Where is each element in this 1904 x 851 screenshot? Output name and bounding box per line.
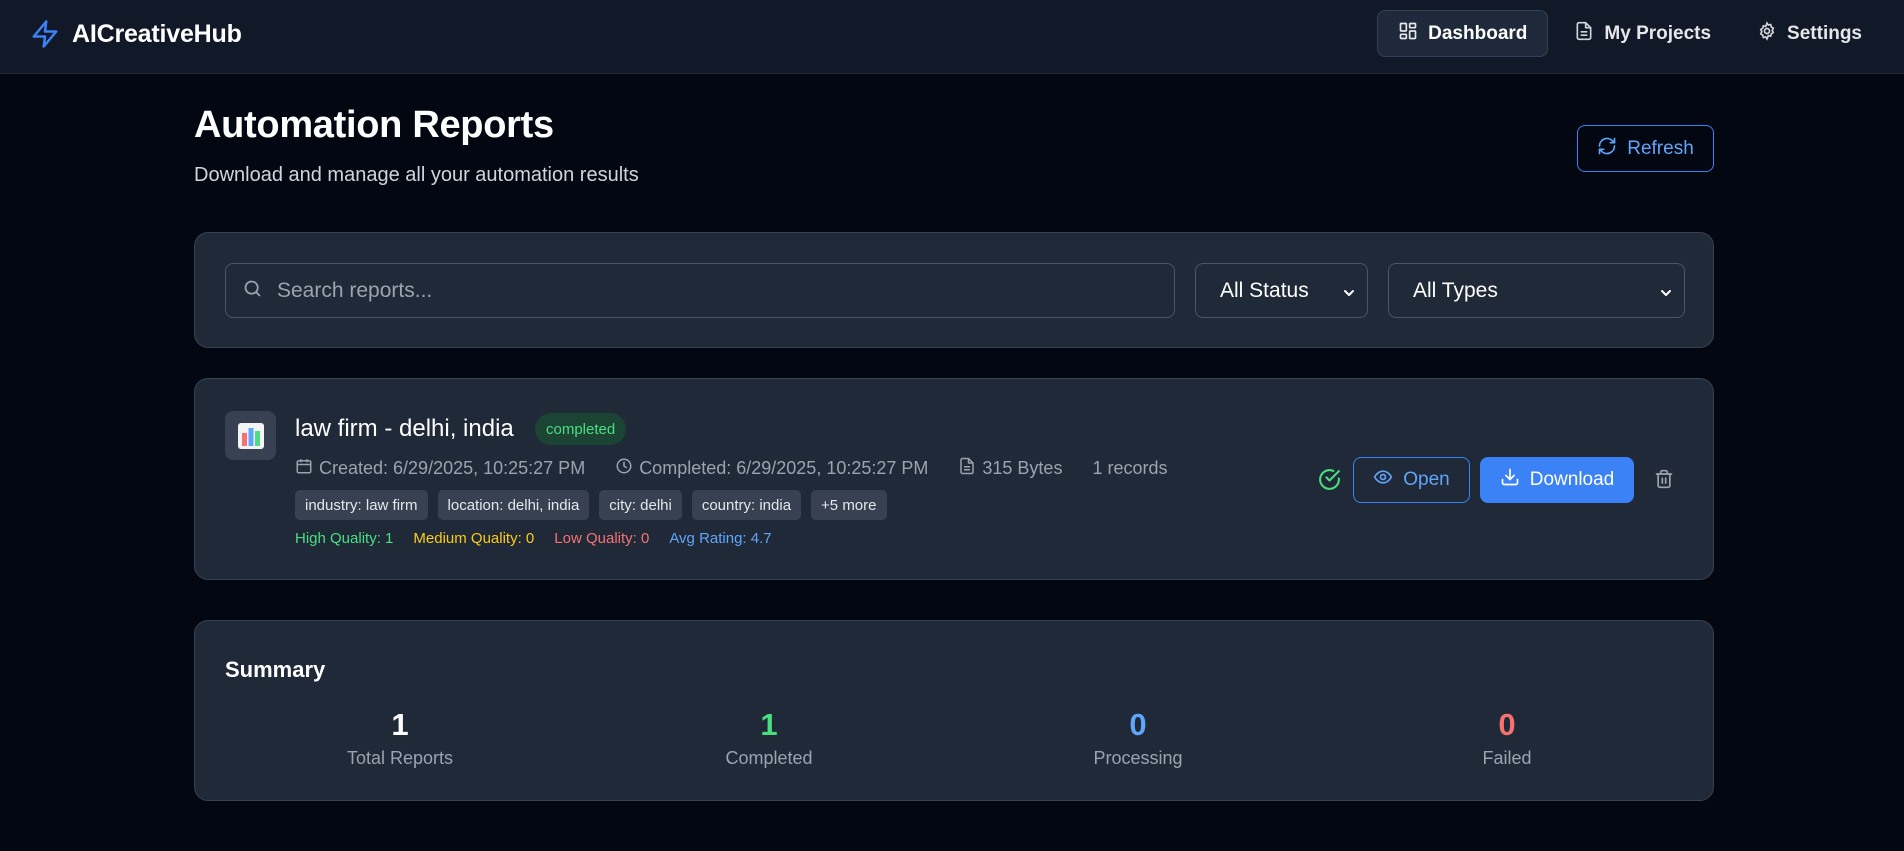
stat-total-reports: 1 Total Reports bbox=[300, 707, 500, 769]
low-quality: Low Quality: 0 bbox=[554, 530, 650, 547]
search-icon bbox=[242, 278, 263, 304]
trash-icon[interactable] bbox=[1654, 468, 1674, 495]
created-text: Created: 6/29/2025, 10:25:27 PM bbox=[319, 458, 586, 478]
tag: location: delhi, india bbox=[437, 490, 590, 520]
dashboard-icon bbox=[1398, 21, 1418, 47]
report-card: law firm - delhi, india completed Create… bbox=[194, 378, 1714, 580]
brand[interactable]: AICreativeHub bbox=[28, 17, 242, 51]
chevron-down-icon bbox=[1658, 283, 1674, 307]
check-circle-icon bbox=[1317, 467, 1342, 497]
report-title: law firm - delhi, india bbox=[295, 415, 514, 442]
stat-value: 1 bbox=[760, 707, 778, 742]
stat-completed: 1 Completed bbox=[669, 707, 869, 769]
stat-value: 1 bbox=[391, 707, 409, 742]
lightning-icon bbox=[28, 17, 62, 51]
stat-label: Failed bbox=[1482, 748, 1532, 768]
record-count: 1 records bbox=[1092, 458, 1168, 478]
app-name: AICreativeHub bbox=[72, 19, 242, 48]
avg-rating: Avg Rating: 4.7 bbox=[669, 530, 772, 547]
type-filter-select[interactable]: All Types bbox=[1388, 263, 1685, 318]
status-filter-select[interactable]: All Status bbox=[1195, 263, 1368, 318]
stat-value: 0 bbox=[1498, 707, 1516, 742]
nav-settings[interactable]: Settings bbox=[1737, 10, 1882, 57]
tag: city: delhi bbox=[599, 490, 682, 520]
bar-chart-icon bbox=[225, 411, 276, 460]
file-size-text: 315 Bytes bbox=[982, 458, 1063, 478]
download-icon bbox=[1500, 467, 1520, 493]
search-box[interactable] bbox=[225, 263, 1175, 318]
report-meta: Created: 6/29/2025, 10:25:27 PM Complete… bbox=[295, 457, 1168, 480]
medium-quality: Medium Quality: 0 bbox=[413, 530, 535, 547]
tag: country: india bbox=[691, 490, 802, 520]
download-label: Download bbox=[1529, 469, 1615, 490]
clock-icon bbox=[615, 457, 633, 480]
page-subtitle: Download and manage all your automation … bbox=[194, 164, 639, 186]
refresh-icon bbox=[1597, 136, 1617, 162]
open-button[interactable]: Open bbox=[1353, 457, 1470, 503]
stat-label: Completed bbox=[725, 748, 813, 768]
search-input[interactable] bbox=[277, 278, 1157, 303]
top-navbar: AICreativeHub Dashboard My Projects Sett… bbox=[0, 0, 1904, 74]
tag: industry: law firm bbox=[295, 490, 428, 520]
file-size: 315 Bytes bbox=[958, 457, 1062, 480]
nav-settings-label: Settings bbox=[1787, 22, 1862, 44]
nav-dashboard-label: Dashboard bbox=[1428, 22, 1528, 44]
created-date: Created: 6/29/2025, 10:25:27 PM bbox=[295, 457, 585, 480]
eye-icon bbox=[1373, 467, 1393, 493]
status-badge: completed bbox=[535, 413, 627, 445]
chevron-down-icon bbox=[1341, 283, 1357, 307]
main-nav: Dashboard My Projects Settings bbox=[1377, 10, 1882, 57]
stat-value: 0 bbox=[1129, 707, 1147, 742]
more-tags[interactable]: +5 more bbox=[811, 490, 887, 520]
stat-label: Processing bbox=[1093, 748, 1183, 768]
nav-my-projects[interactable]: My Projects bbox=[1554, 10, 1731, 57]
refresh-button[interactable]: Refresh bbox=[1577, 125, 1714, 172]
completed-date: Completed: 6/29/2025, 10:25:27 PM bbox=[615, 457, 928, 480]
filter-panel: All Status All Types bbox=[194, 232, 1714, 348]
file-icon bbox=[958, 457, 976, 480]
calendar-icon bbox=[295, 457, 313, 480]
nav-my-projects-label: My Projects bbox=[1604, 22, 1712, 44]
refresh-label: Refresh bbox=[1627, 137, 1694, 159]
summary-panel: Summary 1 Total Reports 1 Completed 0 Pr… bbox=[194, 620, 1714, 801]
open-label: Open bbox=[1403, 469, 1450, 490]
type-filter-value: All Types bbox=[1413, 278, 1498, 302]
quality-stats: High Quality: 1 Medium Quality: 0 Low Qu… bbox=[295, 530, 772, 547]
download-button[interactable]: Download bbox=[1480, 457, 1634, 503]
summary-title: Summary bbox=[225, 657, 326, 682]
completed-text: Completed: 6/29/2025, 10:25:27 PM bbox=[639, 458, 929, 478]
tag-list: industry: law firm location: delhi, indi… bbox=[295, 490, 887, 520]
file-icon bbox=[1574, 21, 1594, 47]
page-title: Automation Reports bbox=[194, 104, 554, 146]
gear-icon bbox=[1757, 20, 1777, 47]
stat-processing: 0 Processing bbox=[1038, 707, 1238, 769]
high-quality: High Quality: 1 bbox=[295, 530, 394, 547]
stat-failed: 0 Failed bbox=[1407, 707, 1607, 769]
status-filter-value: All Status bbox=[1220, 278, 1309, 302]
stat-label: Total Reports bbox=[346, 748, 454, 768]
nav-dashboard[interactable]: Dashboard bbox=[1377, 10, 1549, 57]
